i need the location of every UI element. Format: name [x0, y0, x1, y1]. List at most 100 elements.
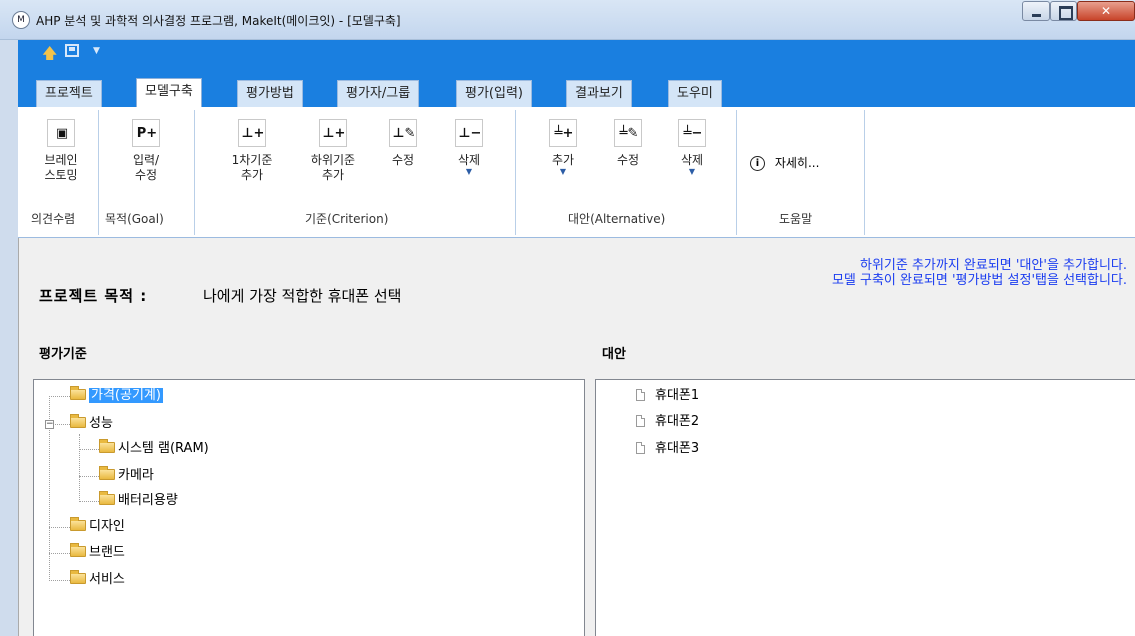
tree-item[interactable]: 카메라	[99, 466, 154, 485]
details-label: 자세히...	[774, 156, 820, 170]
tree-item-label: 디자인	[89, 519, 125, 534]
group-label-goal: 목적(Goal)	[105, 212, 164, 226]
minimize-button[interactable]	[1022, 1, 1050, 21]
tree-line	[79, 434, 80, 502]
tree-item-label: 카메라	[118, 468, 154, 483]
tab-help[interactable]: 도우미	[668, 80, 722, 107]
goal-value: 나에게 가장 적합한 휴대폰 선택	[203, 287, 402, 305]
criteria-heading: 평가기준	[39, 347, 87, 362]
brainstorming-button[interactable]: ▣ 브레인 스토밍	[36, 119, 86, 183]
save-icon[interactable]	[65, 44, 79, 57]
crit-delete-label: 삭제	[457, 153, 481, 167]
brainstorm-icon: ▣	[47, 119, 75, 147]
folder-open-icon	[70, 543, 86, 557]
criteria-tree[interactable]: − 가격(공기계) 성능 시스템 램(RAM) 카메라 배터리용량 디자인 브랜…	[33, 379, 585, 636]
alternative-add-icon: ╧+	[549, 119, 577, 147]
brainstorm-label-2: 스토밍	[44, 168, 78, 182]
criterion-delete-icon: ⊥−	[455, 119, 483, 147]
document-icon	[636, 442, 645, 454]
add-sub-criterion-button[interactable]: ⊥+ 하위기준 추가	[301, 119, 365, 183]
tree-line	[79, 449, 99, 450]
criterion-edit-icon: ⊥✎	[389, 119, 417, 147]
app-logo-icon: M	[12, 11, 30, 29]
crit-add1-label-1: 1차기준	[231, 153, 273, 167]
tab-eval-input[interactable]: 평가(입력)	[456, 80, 532, 107]
tab-evaluator-group[interactable]: 평가자/그룹	[337, 80, 420, 107]
folder-open-icon	[99, 466, 115, 480]
tree-line	[79, 501, 99, 502]
goal-input-button[interactable]: P+ 입력/ 수정	[121, 119, 171, 183]
list-item-label: 휴대폰3	[655, 441, 700, 456]
folder-open-icon	[70, 386, 86, 400]
folder-open-icon	[99, 439, 115, 453]
add-alternative-button[interactable]: ╧+ 추가 ▼	[543, 119, 583, 176]
details-button[interactable]: i 자세히...	[750, 154, 850, 171]
tree-item[interactable]: 브랜드	[70, 543, 125, 562]
chevron-down-icon[interactable]: ▼	[543, 168, 583, 176]
goal-input-label-2: 수정	[134, 168, 158, 182]
dropdown-icon[interactable]: ▼	[93, 46, 100, 56]
list-item[interactable]: 휴대폰2	[636, 413, 699, 431]
crit-addsub-label-2: 추가	[321, 168, 345, 182]
group-label-criterion: 기준(Criterion)	[305, 212, 389, 226]
edit-criterion-button[interactable]: ⊥✎ 수정	[383, 119, 423, 168]
tab-project[interactable]: 프로젝트	[36, 80, 102, 107]
group-label-opinion: 의견수렴	[31, 212, 76, 226]
alternative-edit-icon: ╧✎	[614, 119, 642, 147]
crit-addsub-label-1: 하위기준	[310, 153, 356, 167]
folder-open-icon	[70, 517, 86, 531]
tree-item[interactable]: 가격(공기계)	[70, 386, 163, 405]
info-icon: i	[750, 156, 765, 171]
tree-item-label: 가격(공기계)	[89, 388, 163, 403]
goal-label: 프로젝트 목적 :	[39, 287, 148, 305]
add-first-criterion-button[interactable]: ⊥+ 1차기준 추가	[222, 119, 282, 183]
group-separator	[515, 110, 516, 235]
hint-line-2: 모델 구축이 완료되면 '평가방법 설정'탭을 선택합니다.	[831, 273, 1127, 288]
tree-item[interactable]: 서비스	[70, 570, 125, 589]
tree-item[interactable]: 디자인	[70, 517, 125, 536]
window-frame-left	[0, 40, 18, 636]
goal-plus-icon: P+	[132, 119, 160, 147]
quick-access-toolbar: 🡅 ▼	[18, 40, 1135, 77]
tree-item-label: 서비스	[89, 572, 125, 587]
tree-line	[49, 396, 70, 397]
group-label-help: 도움말	[779, 212, 813, 226]
arrow-up-icon[interactable]: 🡅	[42, 43, 57, 68]
tree-item-label: 성능	[89, 416, 113, 431]
tree-line	[79, 476, 99, 477]
tree-item-label: 배터리용량	[118, 493, 178, 508]
chevron-down-icon[interactable]: ▼	[449, 168, 489, 176]
folder-open-icon	[70, 414, 86, 428]
delete-criterion-button[interactable]: ⊥− 삭제 ▼	[449, 119, 489, 176]
tree-item[interactable]: 성능	[70, 414, 113, 433]
tab-eval-method[interactable]: 평가방법	[237, 80, 303, 107]
edit-alternative-button[interactable]: ╧✎ 수정	[608, 119, 648, 168]
alt-add-label: 추가	[551, 153, 575, 167]
close-button[interactable]: ✕	[1077, 1, 1135, 21]
list-item-label: 휴대폰2	[655, 414, 700, 429]
tab-results[interactable]: 결과보기	[566, 80, 632, 107]
crit-add1-label-2: 추가	[240, 168, 264, 182]
chevron-down-icon[interactable]: ▼	[672, 168, 712, 176]
title-bar: M AHP 분석 및 과학적 의사결정 프로그램, MakeIt(메이크잇) -…	[0, 0, 1135, 40]
list-item[interactable]: 휴대폰1	[636, 387, 699, 405]
group-separator	[194, 110, 195, 235]
maximize-button[interactable]	[1050, 1, 1077, 21]
tree-item-label: 시스템 램(RAM)	[118, 441, 209, 456]
alt-edit-label: 수정	[616, 153, 640, 167]
window-title: AHP 분석 및 과학적 의사결정 프로그램, MakeIt(메이크잇) - […	[36, 14, 401, 28]
alternatives-list[interactable]: 휴대폰1 휴대폰2 휴대폰3	[595, 379, 1135, 636]
tree-item-label: 브랜드	[89, 545, 125, 560]
tree-item[interactable]: 배터리용량	[99, 491, 178, 510]
tree-item[interactable]: 시스템 램(RAM)	[99, 439, 209, 458]
group-separator	[864, 110, 865, 235]
delete-alternative-button[interactable]: ╧− 삭제 ▼	[672, 119, 712, 176]
collapse-toggle[interactable]: −	[45, 420, 54, 429]
alternatives-heading: 대안	[602, 347, 626, 362]
document-icon	[636, 415, 645, 427]
list-item-label: 휴대폰1	[655, 388, 700, 403]
document-icon	[636, 389, 645, 401]
tab-model-build[interactable]: 모델구축	[136, 78, 202, 108]
list-item[interactable]: 휴대폰3	[636, 440, 699, 458]
criterion-add-icon: ⊥+	[238, 119, 266, 147]
